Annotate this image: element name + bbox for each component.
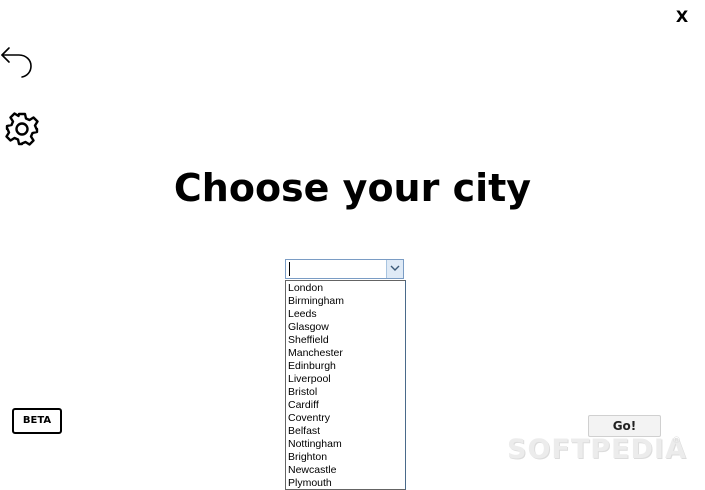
text-caret — [289, 262, 290, 276]
chevron-down-icon — [390, 265, 400, 271]
city-option[interactable]: Newcastle — [286, 464, 405, 477]
settings-button[interactable] — [4, 111, 40, 147]
city-option[interactable]: Coventry — [286, 412, 405, 425]
city-dropdown-list[interactable]: London Birmingham Leeds Glasgow Sheffield Man… — [285, 280, 406, 490]
watermark-registered-mark: ® — [672, 436, 681, 446]
back-arrow-icon — [1, 47, 32, 78]
watermark: SOFTPEDIA — [507, 434, 687, 465]
city-option[interactable]: London — [286, 282, 405, 295]
city-option[interactable]: Liverpool — [286, 373, 405, 386]
beta-badge: BETA — [12, 408, 62, 434]
city-option[interactable]: Birmingham — [286, 295, 405, 308]
city-input[interactable] — [288, 261, 382, 277]
page-title: Choose your city — [173, 166, 532, 210]
city-option[interactable]: Nottingham — [286, 438, 405, 451]
gear-icon — [5, 112, 39, 146]
close-button[interactable]: X — [672, 6, 692, 28]
city-option[interactable]: Leeds — [286, 308, 405, 321]
city-option[interactable]: Edinburgh — [286, 360, 405, 373]
city-options: London Birmingham Leeds Glasgow Sheffield Man… — [286, 281, 405, 489]
city-option[interactable]: Cardiff — [286, 399, 405, 412]
city-option[interactable]: Sheffield — [286, 334, 405, 347]
city-option[interactable]: Brighton — [286, 451, 405, 464]
city-option[interactable]: Plymouth — [286, 477, 405, 489]
city-option[interactable]: Glasgow — [286, 321, 405, 334]
city-option[interactable]: Manchester — [286, 347, 405, 360]
city-combobox[interactable] — [285, 259, 404, 279]
city-option[interactable]: Belfast — [286, 425, 405, 438]
back-button[interactable] — [0, 44, 34, 80]
city-dropdown-toggle[interactable] — [386, 260, 403, 278]
city-option[interactable]: Bristol — [286, 386, 405, 399]
